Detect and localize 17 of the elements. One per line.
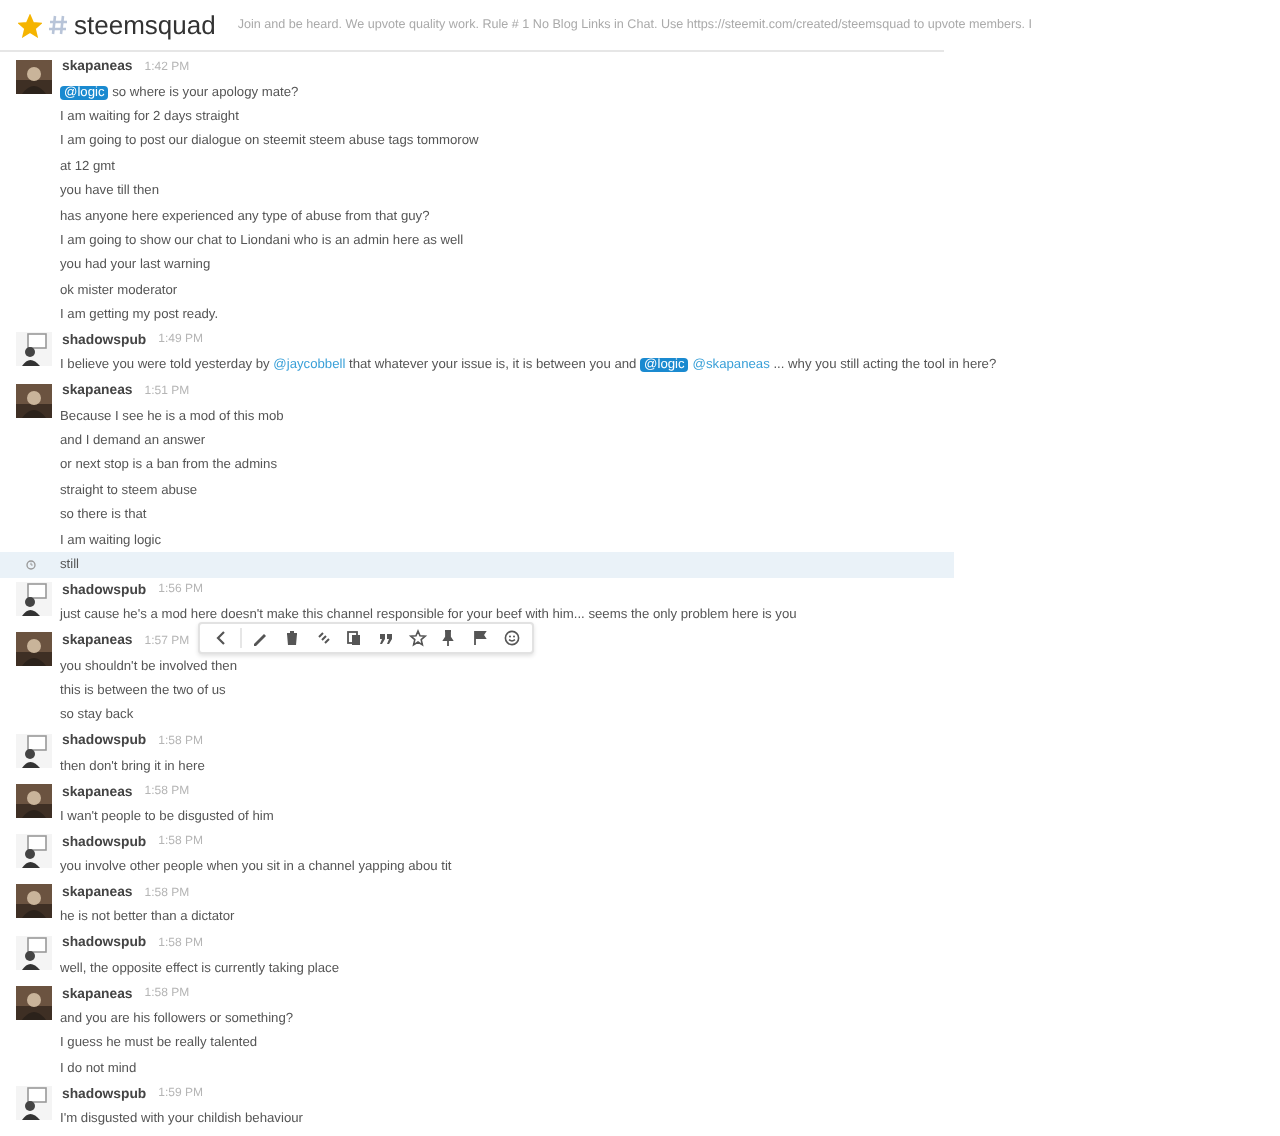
avatar[interactable] bbox=[16, 884, 52, 919]
avatar[interactable] bbox=[16, 1086, 52, 1121]
avatar[interactable] bbox=[16, 733, 52, 768]
avatar[interactable] bbox=[16, 59, 52, 93]
avatar[interactable] bbox=[16, 834, 52, 869]
star-icon[interactable] bbox=[18, 13, 42, 37]
clock-icon bbox=[26, 559, 36, 570]
avatar[interactable] bbox=[16, 985, 52, 1020]
avatar[interactable] bbox=[16, 582, 52, 617]
hash-icon bbox=[48, 14, 68, 36]
avatar[interactable] bbox=[16, 383, 52, 418]
avatar[interactable] bbox=[16, 935, 52, 970]
avatar[interactable] bbox=[16, 632, 52, 667]
avatar[interactable] bbox=[16, 783, 52, 818]
star-outline-icon[interactable] bbox=[404, 626, 430, 650]
channel-name: steemsquad bbox=[74, 10, 216, 40]
avatar[interactable] bbox=[16, 332, 52, 367]
